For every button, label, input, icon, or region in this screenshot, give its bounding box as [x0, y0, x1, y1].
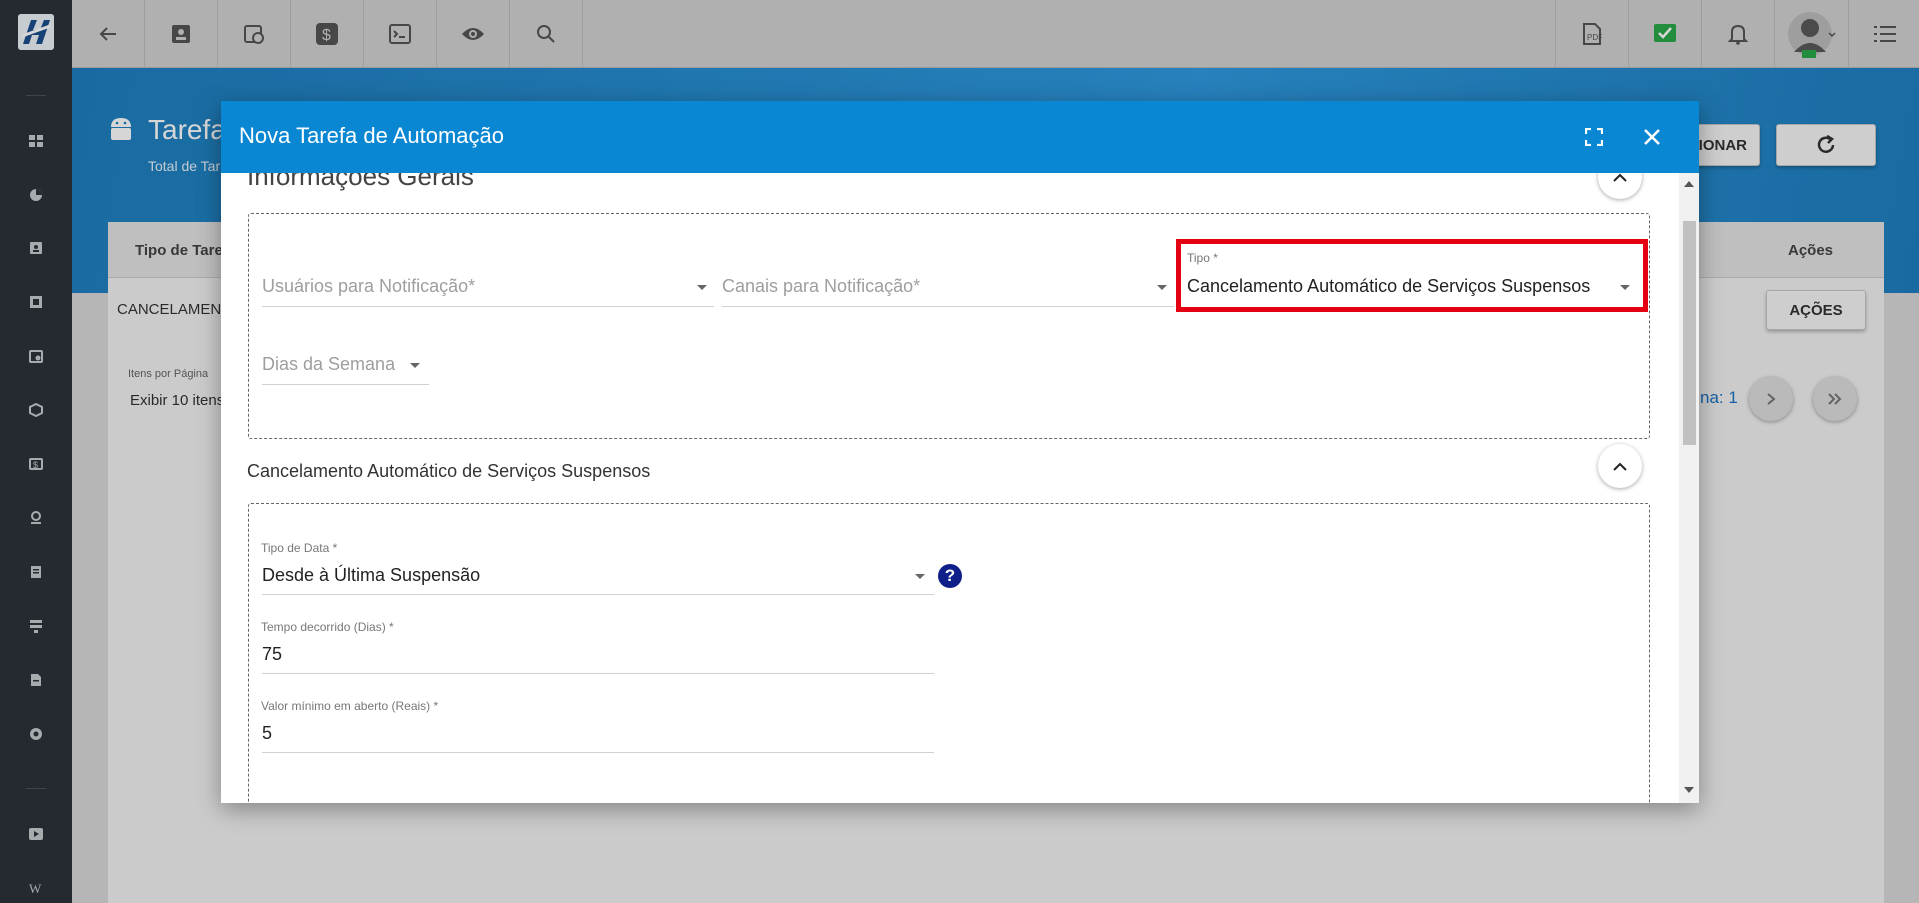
field-underline [262, 752, 934, 753]
general-info-section-title: Informações Gerais [247, 173, 474, 191]
weekdays-select[interactable]: Dias da Semana [262, 354, 395, 375]
highlight-box [1176, 239, 1648, 312]
modal-title: Nova Tarefa de Automação [239, 123, 504, 148]
new-automation-task-modal: Nova Tarefa de Automação Informações Ger… [221, 101, 1699, 803]
date-type-select[interactable]: Desde à Última Suspensão [262, 565, 480, 586]
chevron-up-icon [1613, 173, 1627, 182]
auto-cancel-fieldset: Tipo de Data * Desde à Última Suspensão … [248, 503, 1650, 803]
chevron-up-icon [1613, 462, 1627, 471]
field-underline [262, 306, 714, 307]
users-dropdown-caret-icon[interactable] [697, 285, 707, 290]
help-icon[interactable]: ? [938, 564, 962, 588]
field-underline [262, 673, 934, 674]
min-open-value-label: Valor mínimo em aberto (Reais) * [261, 699, 439, 713]
field-underline [722, 306, 1174, 307]
scroll-up-arrow-icon[interactable] [1684, 181, 1694, 187]
close-icon[interactable] [1638, 123, 1666, 151]
channels-notification-select[interactable]: Canais para Notificação* [722, 276, 920, 297]
weekdays-dropdown-caret-icon[interactable] [410, 363, 420, 368]
modal-body: Informações Gerais Usuários para Notific… [221, 173, 1679, 803]
collapse-general-button[interactable] [1598, 173, 1642, 199]
field-underline [262, 384, 429, 385]
min-open-value-input[interactable]: 5 [262, 723, 272, 744]
users-notification-select[interactable]: Usuários para Notificação* [262, 276, 475, 297]
scroll-thumb[interactable] [1683, 221, 1696, 445]
scroll-down-arrow-icon[interactable] [1684, 787, 1694, 793]
fullscreen-icon[interactable] [1580, 123, 1608, 151]
channels-dropdown-caret-icon[interactable] [1157, 285, 1167, 290]
field-underline [262, 594, 934, 595]
collapse-subsection-button[interactable] [1598, 444, 1642, 488]
modal-scrollbar[interactable] [1679, 173, 1699, 803]
sub-section-title: Cancelamento Automático de Serviços Susp… [247, 461, 651, 481]
date-type-dropdown-caret-icon[interactable] [915, 574, 925, 579]
date-type-label: Tipo de Data * [261, 541, 338, 555]
elapsed-days-label: Tempo decorrido (Dias) * [261, 620, 394, 634]
modal-header: Nova Tarefa de Automação [221, 101, 1699, 173]
elapsed-days-input[interactable]: 75 [262, 644, 282, 665]
